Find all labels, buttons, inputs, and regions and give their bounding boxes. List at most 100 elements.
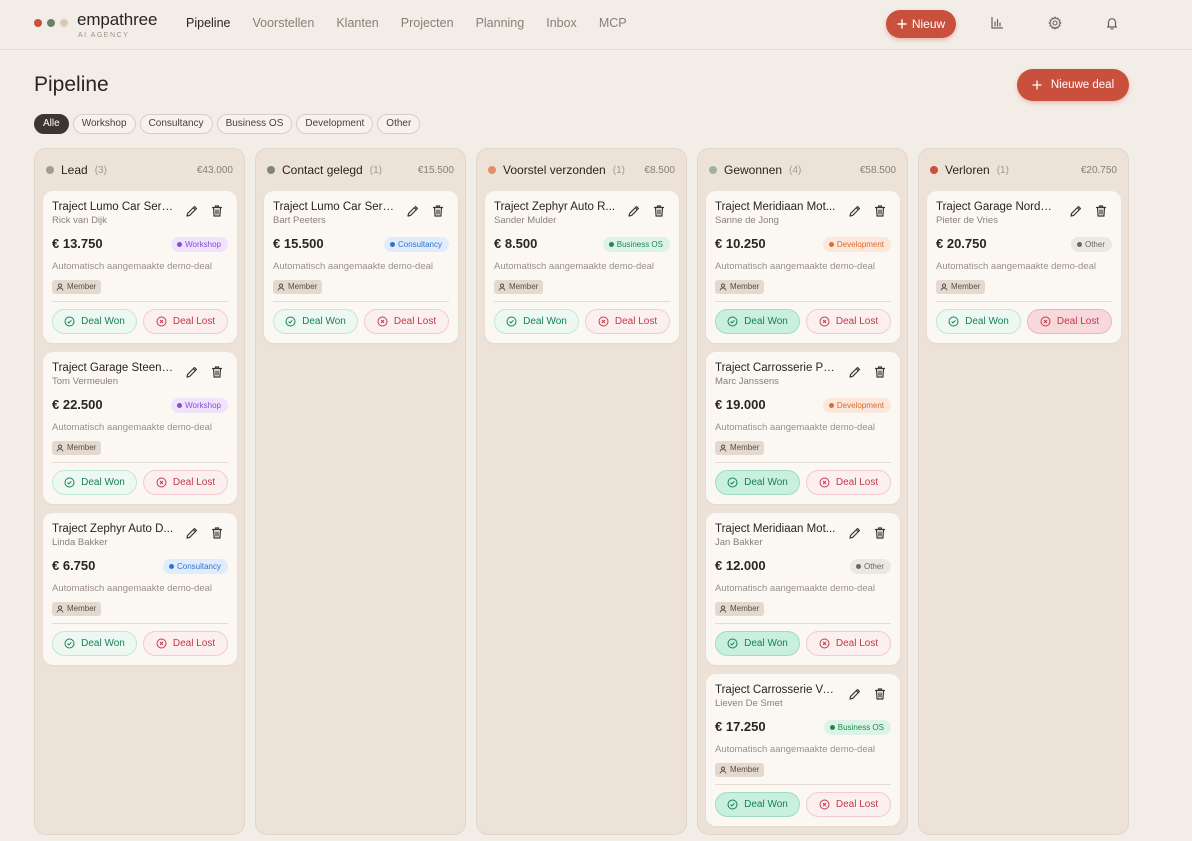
trash-icon[interactable] [431, 204, 445, 218]
column-total: €8.500 [644, 164, 675, 176]
deal-won-button[interactable]: Deal Won [52, 631, 137, 656]
gear-icon[interactable] [1047, 15, 1063, 31]
chart-icon[interactable] [989, 15, 1005, 31]
edit-icon[interactable] [185, 365, 199, 379]
edit-icon[interactable] [185, 526, 199, 540]
trash-icon[interactable] [873, 204, 887, 218]
column-verloren: Verloren (1) €20.750 Traject Garage Nordwi.… [918, 148, 1129, 835]
deal-won-button[interactable]: Deal Won [715, 631, 800, 656]
nav-item-voorstellen[interactable]: Voorstellen [252, 16, 314, 30]
trash-icon[interactable] [873, 687, 887, 701]
top-bar: empathree AI AGENCY Pipeline Voorstellen K… [0, 0, 1192, 50]
deal-lost-button[interactable]: Deal Lost [143, 631, 228, 656]
deal-card[interactable]: Traject Meridiaan Mot... Sanne de Jong € 1… [706, 191, 900, 343]
deal-won-button[interactable]: Deal Won [494, 309, 579, 334]
deal-won-button[interactable]: Deal Won [715, 792, 800, 817]
deal-won-button[interactable]: Deal Won [273, 309, 358, 334]
trash-icon[interactable] [210, 365, 224, 379]
deal-won-button[interactable]: Deal Won [52, 470, 137, 495]
deal-won-button[interactable]: Deal Won [715, 309, 800, 334]
edit-icon[interactable] [848, 204, 862, 218]
trash-icon[interactable] [873, 365, 887, 379]
deal-won-label: Deal Won [744, 477, 788, 488]
x-circle-icon [598, 316, 609, 327]
deal-won-label: Deal Won [744, 316, 788, 327]
deal-won-label: Deal Won [965, 316, 1009, 327]
bell-icon[interactable] [1104, 15, 1120, 31]
role-badge: Member [936, 280, 986, 294]
deal-won-button[interactable]: Deal Won [52, 309, 137, 334]
brand-dot [34, 19, 42, 27]
edit-icon[interactable] [1069, 204, 1083, 218]
user-icon [498, 283, 506, 291]
deal-lost-button[interactable]: Deal Lost [143, 470, 228, 495]
filter-chip-business-os[interactable]: Business OS [216, 114, 293, 134]
edit-icon[interactable] [848, 687, 862, 701]
deal-card[interactable]: Traject Garage Steenb... Tom Vermeulen € 2… [43, 352, 237, 504]
trash-icon[interactable] [652, 204, 666, 218]
nav-item-pipeline[interactable]: Pipeline [186, 16, 230, 30]
card-divider [936, 301, 1112, 302]
edit-icon[interactable] [848, 365, 862, 379]
deal-card[interactable]: Traject Zephyr Auto D... Linda Bakker € 6.… [43, 513, 237, 665]
deal-won-button[interactable]: Deal Won [936, 309, 1021, 334]
deal-won-button[interactable]: Deal Won [715, 470, 800, 495]
deal-description: Automatisch aangemaakte demo-deal [52, 583, 213, 594]
category-badge: Consultancy [162, 559, 228, 574]
edit-icon[interactable] [848, 526, 862, 540]
deal-lost-button[interactable]: Deal Lost [585, 309, 670, 334]
deal-lost-label: Deal Lost [172, 477, 216, 488]
trash-icon[interactable] [210, 204, 224, 218]
deal-card[interactable]: Traject Zephyr Auto R... Sander Mulder € 8… [485, 191, 679, 343]
trash-icon[interactable] [873, 526, 887, 540]
category-badge: Development [822, 398, 891, 413]
filter-chip-workshop[interactable]: Workshop [72, 114, 136, 134]
deal-title: Traject Lumo Car Servi... [273, 201, 395, 213]
nav-item-planning[interactable]: Planning [476, 16, 525, 30]
deal-lost-button[interactable]: Deal Lost [364, 309, 449, 334]
nav-item-inbox[interactable]: Inbox [546, 16, 577, 30]
status-dot [709, 166, 717, 174]
category-badge: Workshop [171, 398, 228, 413]
deal-description: Automatisch aangemaakte demo-deal [715, 261, 876, 272]
deal-lost-button[interactable]: Deal Lost [1027, 309, 1112, 334]
new-button[interactable]: Nieuw [886, 10, 956, 38]
deal-card[interactable]: Traject Lumo Car Servi... Rick van Dijk € … [43, 191, 237, 343]
trash-icon[interactable] [210, 526, 224, 540]
edit-icon[interactable] [406, 204, 420, 218]
edit-icon[interactable] [627, 204, 641, 218]
role-badge: Member [494, 280, 544, 294]
deal-card[interactable]: Traject Lumo Car Servi... Bart Peeters € 1… [264, 191, 458, 343]
filter-chip-other[interactable]: Other [377, 114, 421, 134]
deal-lost-button[interactable]: Deal Lost [806, 631, 891, 656]
deal-card[interactable]: Traject Carrosserie Pe... Marc Janssens € … [706, 352, 900, 504]
nav-item-projecten[interactable]: Projecten [401, 16, 454, 30]
brand-name[interactable]: empathree [77, 10, 157, 30]
deal-won-label: Deal Won [302, 316, 346, 327]
role-badge: Member [52, 441, 102, 455]
deal-lost-button[interactable]: Deal Lost [806, 792, 891, 817]
deal-card[interactable]: Traject Garage Nordwi... Pieter de Vries €… [927, 191, 1121, 343]
deal-amount: € 6.750 [52, 558, 96, 573]
deal-lost-button[interactable]: Deal Lost [143, 309, 228, 334]
deal-lost-button[interactable]: Deal Lost [806, 470, 891, 495]
role-badge: Member [715, 602, 765, 616]
filter-chip-development[interactable]: Development [296, 114, 374, 134]
role-label: Member [730, 604, 760, 613]
deal-title: Traject Meridiaan Mot... [715, 201, 836, 213]
trash-icon[interactable] [1094, 204, 1108, 218]
x-circle-icon [819, 799, 830, 810]
column-gewonnen: Gewonnen (4) €58.500 Traject Meridiaan Mot.… [697, 148, 908, 835]
new-deal-button[interactable]: Nieuwe deal [1017, 69, 1129, 101]
card-divider [715, 623, 891, 624]
edit-icon[interactable] [185, 204, 199, 218]
deal-amount: € 13.750 [52, 236, 103, 251]
nav-item-klanten[interactable]: Klanten [336, 16, 378, 30]
nav-item-mcp[interactable]: MCP [599, 16, 627, 30]
deal-card[interactable]: Traject Carrosserie Va... Lieven De Smet €… [706, 674, 900, 826]
deal-lost-button[interactable]: Deal Lost [806, 309, 891, 334]
deal-description: Automatisch aangemaakte demo-deal [52, 422, 213, 433]
filter-chip-consultancy[interactable]: Consultancy [139, 114, 213, 134]
filter-chip-alle[interactable]: Alle [34, 114, 69, 134]
deal-card[interactable]: Traject Meridiaan Mot... Jan Bakker € 12.0… [706, 513, 900, 665]
